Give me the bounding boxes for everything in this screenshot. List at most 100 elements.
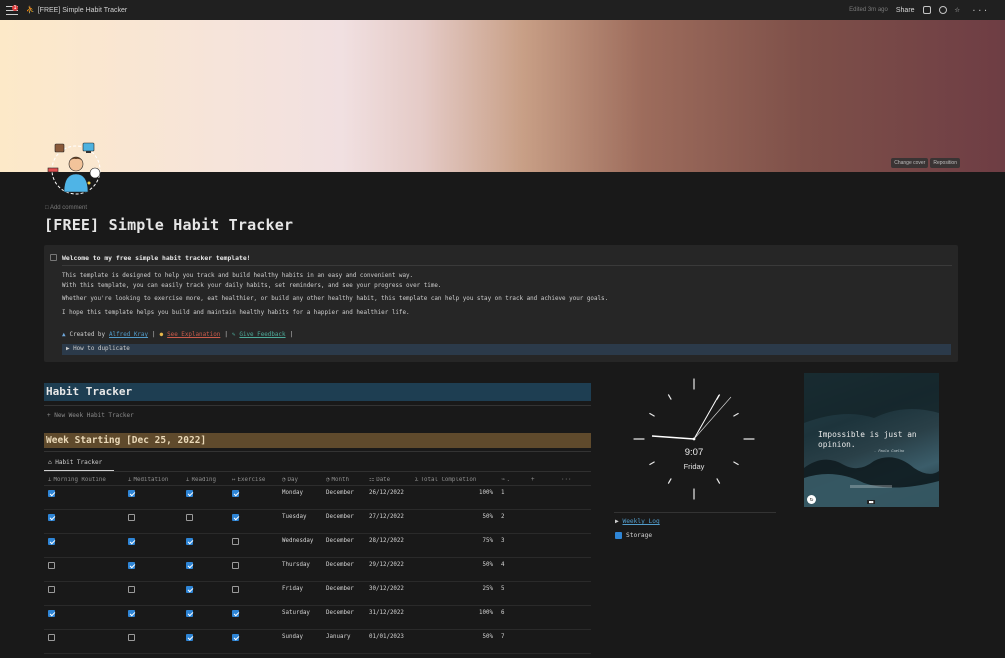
comments-icon[interactable] [922, 6, 931, 14]
morning-checkbox[interactable] [48, 490, 55, 497]
table-cell-date[interactable]: 26/12/2022 [365, 486, 411, 509]
table-cell-day[interactable]: Saturday [278, 606, 322, 629]
breadcrumb[interactable]: [FREE] Simple Habit Tracker [38, 7, 127, 14]
column-header-meditation[interactable]: ⊥ Meditation [124, 477, 182, 483]
morning-checkbox[interactable] [48, 610, 55, 617]
table-cell-date[interactable]: 31/12/2022 [365, 606, 411, 629]
morning-checkbox[interactable] [48, 514, 55, 521]
author-link[interactable]: Alfred Kray [109, 332, 148, 338]
morning-checkbox[interactable] [48, 538, 55, 545]
table-row[interactable]: Friday December 30/12/2022 25% 5 [44, 582, 591, 606]
morning-checkbox[interactable] [48, 634, 55, 641]
meditation-checkbox[interactable] [128, 586, 135, 593]
column-header-date[interactable]: ☷ Date [365, 477, 411, 483]
column-header-month[interactable]: ◔ Month [322, 477, 365, 483]
table-cell-date[interactable]: 29/12/2022 [365, 558, 411, 581]
change-cover-button[interactable]: Change cover [891, 158, 929, 168]
table-row[interactable]: Thursday December 29/12/2022 50% 4 [44, 558, 591, 582]
reading-checkbox[interactable] [186, 634, 193, 641]
table-cell-n[interactable]: 6 [497, 606, 527, 629]
table-row[interactable]: Wednesday December 28/12/2022 75% 3 [44, 534, 591, 558]
reading-checkbox[interactable] [186, 538, 193, 545]
table-cell-month[interactable]: December [322, 606, 365, 629]
more-options-icon[interactable]: ··· [972, 6, 989, 15]
table-cell-date[interactable]: 01/01/2023 [365, 630, 411, 653]
column-options-icon[interactable]: ··· [557, 477, 571, 483]
meditation-checkbox[interactable] [128, 610, 135, 617]
table-cell-total[interactable]: 25% [411, 582, 497, 605]
exercise-checkbox[interactable] [232, 538, 239, 545]
table-cell-total[interactable]: 75% [411, 534, 497, 557]
morning-checkbox[interactable] [48, 586, 55, 593]
table-cell-month[interactable]: January [322, 630, 365, 653]
exercise-checkbox[interactable] [232, 562, 239, 569]
new-week-button[interactable]: + New Week Habit Tracker [47, 412, 134, 419]
reading-checkbox[interactable] [186, 610, 193, 617]
meditation-checkbox[interactable] [128, 634, 135, 641]
reading-checkbox[interactable] [186, 586, 193, 593]
table-row[interactable]: Monday December 26/12/2022 100% 1 [44, 486, 591, 510]
table-row[interactable]: Sunday January 01/01/2023 50% 7 [44, 630, 591, 654]
table-cell-day[interactable]: Wednesday [278, 534, 322, 557]
table-cell-total[interactable]: 100% [411, 486, 497, 509]
reading-checkbox[interactable] [186, 514, 193, 521]
add-column-button[interactable]: + [527, 477, 557, 483]
reading-checkbox[interactable] [186, 562, 193, 569]
table-cell-month[interactable]: December [322, 534, 365, 557]
column-header-exercise[interactable]: ↦ Exercise [228, 477, 278, 483]
table-cell-month[interactable]: December [322, 510, 365, 533]
toggle-how-to-duplicate[interactable]: ▶ How to duplicate [62, 344, 951, 355]
table-cell-total[interactable]: 50% [411, 558, 497, 581]
exercise-checkbox[interactable] [232, 586, 239, 593]
column-header-formula[interactable]: ↝. [497, 477, 527, 483]
table-cell-n[interactable]: 1 [497, 486, 527, 509]
morning-checkbox[interactable] [48, 562, 55, 569]
table-cell-n[interactable]: 7 [497, 630, 527, 653]
column-header-total-completion[interactable]: Σ Total Completion [411, 477, 497, 483]
table-cell-n[interactable]: 2 [497, 510, 527, 533]
meditation-checkbox[interactable] [128, 514, 135, 521]
table-row[interactable]: Saturday December 31/12/2022 100% 6 [44, 606, 591, 630]
table-row[interactable]: Tuesday December 27/12/2022 50% 2 [44, 510, 591, 534]
exercise-checkbox[interactable] [232, 514, 239, 521]
table-cell-total[interactable]: 50% [411, 510, 497, 533]
table-cell-day[interactable]: Friday [278, 582, 322, 605]
refresh-icon[interactable]: ↻ [807, 495, 816, 504]
feedback-link[interactable]: Give Feedback [239, 332, 285, 338]
table-cell-total[interactable]: 100% [411, 606, 497, 629]
page-icon-person-habits[interactable] [46, 140, 106, 200]
toggle-weekly-log[interactable]: ▶ Weekly Log [615, 518, 660, 525]
tab-habit-tracker-view[interactable]: ⌂ Habit Tracker [48, 459, 102, 466]
meditation-checkbox[interactable] [128, 490, 135, 497]
explanation-link[interactable]: See Explanation [167, 332, 220, 338]
reposition-button[interactable]: Reposition [930, 158, 960, 168]
table-cell-day[interactable]: Sunday [278, 630, 322, 653]
favorite-star-icon[interactable]: ☆ [955, 6, 964, 15]
table-cell-month[interactable]: December [322, 558, 365, 581]
table-cell-date[interactable]: 27/12/2022 [365, 510, 411, 533]
table-cell-month[interactable]: December [322, 486, 365, 509]
table-cell-day[interactable]: Tuesday [278, 510, 322, 533]
week-starting-heading[interactable]: Week Starting [Dec 25, 2022] [44, 433, 591, 448]
exercise-checkbox[interactable] [232, 634, 239, 641]
updates-icon[interactable] [938, 6, 947, 14]
weekly-log-link[interactable]: Weekly Log [622, 518, 659, 525]
table-cell-n[interactable]: 5 [497, 582, 527, 605]
column-header-reading[interactable]: ⊥ Reading [182, 477, 228, 483]
table-cell-date[interactable]: 28/12/2022 [365, 534, 411, 557]
table-cell-date[interactable]: 30/12/2022 [365, 582, 411, 605]
exercise-checkbox[interactable] [232, 490, 239, 497]
column-header-morning-routine[interactable]: ⊥ Morning Routine [44, 477, 124, 483]
meditation-checkbox[interactable] [128, 538, 135, 545]
table-cell-total[interactable]: 50% [411, 630, 497, 653]
table-cell-day[interactable]: Thursday [278, 558, 322, 581]
reading-checkbox[interactable] [186, 490, 193, 497]
table-cell-month[interactable]: December [322, 582, 365, 605]
exercise-checkbox[interactable] [232, 610, 239, 617]
table-cell-n[interactable]: 4 [497, 558, 527, 581]
share-button[interactable]: Share [896, 7, 915, 14]
storage-page-link[interactable]: Storage [615, 532, 652, 539]
table-cell-day[interactable]: Monday [278, 486, 322, 509]
page-title[interactable]: [FREE] Simple Habit Tracker [44, 216, 293, 234]
table-cell-n[interactable]: 3 [497, 534, 527, 557]
